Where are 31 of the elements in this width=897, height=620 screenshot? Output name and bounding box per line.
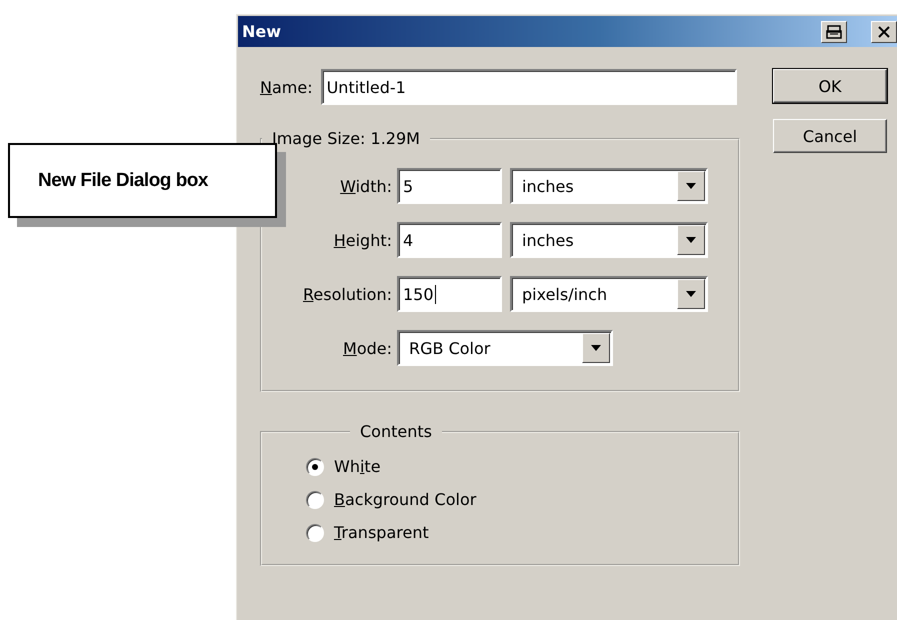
close-icon [878, 26, 890, 38]
window-menu-button[interactable] [821, 20, 847, 42]
name-field[interactable]: Untitled-1 [320, 69, 737, 105]
caret-icon [686, 291, 696, 297]
radio-button[interactable] [306, 490, 324, 508]
option-label[interactable]: White [334, 457, 381, 476]
option-label[interactable]: Transparent [334, 523, 429, 542]
close-button[interactable] [871, 20, 897, 42]
caret-icon [686, 237, 696, 243]
group-title: Contents [359, 422, 433, 441]
dialog-button[interactable]: Cancel [773, 119, 887, 153]
radio-button[interactable] [306, 524, 324, 542]
text-field[interactable]: 150 [397, 276, 502, 312]
dialog-button[interactable]: OK [773, 69, 887, 103]
caret-icon [686, 183, 696, 189]
option-label[interactable]: Background Color [334, 490, 476, 509]
text-field[interactable]: 4 [397, 222, 502, 258]
dropdown[interactable]: RGB Color [397, 330, 613, 366]
printer-icon [826, 24, 842, 38]
name-label: Name: [260, 78, 313, 96]
field-label: Width: [339, 176, 392, 196]
field-label: Resolution: [302, 284, 392, 304]
dropdown[interactable]: pixels/inch [510, 276, 708, 312]
dropdown[interactable]: inches [510, 222, 708, 258]
radio-button[interactable] [306, 458, 324, 476]
window-title: New [242, 22, 282, 41]
field-label: Height: [332, 230, 392, 250]
dropdown[interactable]: inches [510, 168, 708, 204]
caret-icon [591, 345, 601, 351]
text-field[interactable]: 5 [397, 168, 502, 204]
field-label: Mode: [342, 338, 392, 358]
